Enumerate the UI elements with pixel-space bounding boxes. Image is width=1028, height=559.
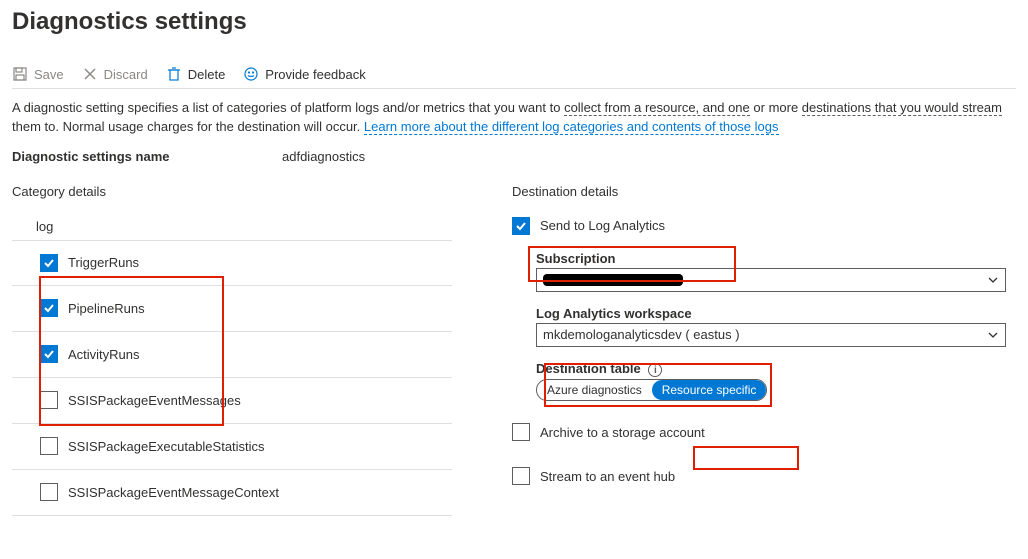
toggle-resource-specific[interactable]: Resource specific — [652, 380, 767, 400]
destination-table-toggle[interactable]: Azure diagnostics Resource specific — [536, 379, 767, 401]
description-text: A diagnostic setting specifies a list of… — [12, 99, 1016, 137]
log-label: SSISPackageEventMessageContext — [68, 485, 279, 500]
save-button[interactable]: Save — [12, 66, 64, 82]
checkbox-archive-storage[interactable] — [512, 423, 530, 441]
log-item-activityruns[interactable]: ActivityRuns — [12, 332, 452, 378]
log-item-triggerruns[interactable]: TriggerRuns — [12, 240, 452, 286]
subscription-value-redacted — [543, 274, 683, 286]
send-to-log-analytics-row[interactable]: Send to Log Analytics — [512, 213, 1016, 239]
chevron-down-icon — [987, 274, 999, 286]
delete-label: Delete — [188, 67, 226, 82]
category-details-heading: Category details — [12, 184, 452, 199]
settings-name-value: adfdiagnostics — [282, 149, 365, 164]
toggle-azure-diagnostics[interactable]: Azure diagnostics — [537, 380, 652, 400]
checkbox-stream-eventhub[interactable] — [512, 467, 530, 485]
checkbox-ssis-event-messages[interactable] — [40, 391, 58, 409]
checkbox-activityruns[interactable] — [40, 345, 58, 363]
log-item-ssispackageexecutablestatistics[interactable]: SSISPackageExecutableStatistics — [12, 424, 452, 470]
checkbox-send-log-analytics[interactable] — [512, 217, 530, 235]
settings-name-label: Diagnostic settings name — [12, 149, 282, 164]
log-label: ActivityRuns — [68, 347, 140, 362]
feedback-button[interactable]: Provide feedback — [243, 66, 365, 82]
toolbar: Save Discard Delete Provide feedback — [12, 60, 1016, 89]
subscription-select[interactable] — [536, 268, 1006, 292]
stream-label: Stream to an event hub — [540, 469, 675, 484]
log-heading: log — [12, 213, 452, 240]
log-label: SSISPackageExecutableStatistics — [68, 439, 265, 454]
learn-more-link[interactable]: Learn more about the different log categ… — [364, 119, 779, 135]
archive-label: Archive to a storage account — [540, 425, 705, 440]
archive-storage-row[interactable]: Archive to a storage account — [512, 419, 1016, 445]
save-label: Save — [34, 67, 64, 82]
feedback-label: Provide feedback — [265, 67, 365, 82]
info-icon[interactable]: i — [648, 363, 662, 377]
checkbox-pipelineruns[interactable] — [40, 299, 58, 317]
workspace-select[interactable]: mkdemologanalyticsdev ( eastus ) — [536, 323, 1006, 347]
smile-icon — [243, 66, 259, 82]
checkbox-ssis-event-context[interactable] — [40, 483, 58, 501]
log-label: TriggerRuns — [68, 255, 139, 270]
log-item-pipelineruns[interactable]: PipelineRuns — [12, 286, 452, 332]
dotted-phrase-1: collect from a resource, and one — [564, 100, 750, 116]
chevron-down-icon — [987, 329, 999, 341]
checkbox-ssis-exec-stats[interactable] — [40, 437, 58, 455]
discard-label: Discard — [104, 67, 148, 82]
discard-button[interactable]: Discard — [82, 66, 148, 82]
destination-details-heading: Destination details — [512, 184, 1016, 199]
log-label: PipelineRuns — [68, 301, 145, 316]
save-icon — [12, 66, 28, 82]
log-label: SSISPackageEventMessages — [68, 393, 241, 408]
log-list: TriggerRuns PipelineRuns ActivityRuns SS… — [12, 240, 452, 516]
close-icon — [82, 66, 98, 82]
log-item-ssispackageeventmessagecontext[interactable]: SSISPackageEventMessageContext — [12, 470, 452, 516]
destination-table-label: Destination table i — [536, 361, 1016, 378]
stream-eventhub-row[interactable]: Stream to an event hub — [512, 463, 1016, 489]
delete-button[interactable]: Delete — [166, 66, 226, 82]
send-label: Send to Log Analytics — [540, 218, 665, 233]
trash-icon — [166, 66, 182, 82]
workspace-label: Log Analytics workspace — [536, 306, 1016, 321]
dotted-phrase-2: destinations that you would stream — [802, 100, 1002, 116]
checkbox-triggerruns[interactable] — [40, 254, 58, 272]
page-title: Diagnostics settings — [12, 8, 1016, 36]
subscription-label: Subscription — [536, 251, 1016, 266]
workspace-value: mkdemologanalyticsdev ( eastus ) — [543, 327, 740, 342]
log-item-ssispackageeventmessages[interactable]: SSISPackageEventMessages — [12, 378, 452, 424]
